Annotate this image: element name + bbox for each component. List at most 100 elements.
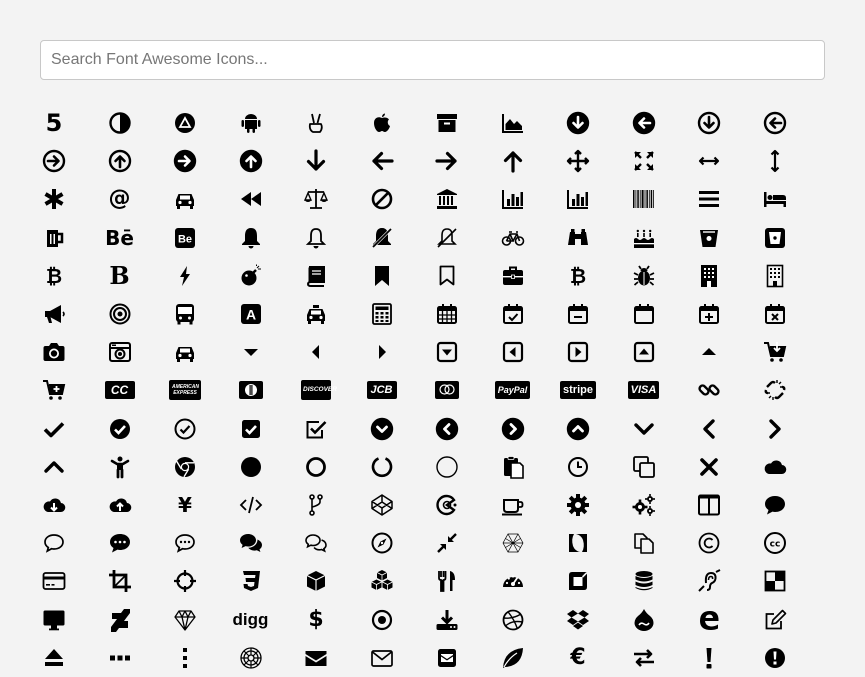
bar-chart-icon[interactable] bbox=[481, 180, 545, 218]
cc-mastercard-icon[interactable] bbox=[415, 371, 479, 409]
caret-left-icon[interactable] bbox=[284, 333, 348, 371]
calendar-check-o-icon[interactable] bbox=[481, 295, 545, 333]
search-input[interactable] bbox=[40, 40, 825, 80]
diamond-icon[interactable] bbox=[153, 601, 217, 639]
check-square-icon[interactable] bbox=[219, 410, 283, 448]
clone-icon[interactable] bbox=[612, 448, 676, 486]
commenting-icon[interactable] bbox=[88, 524, 152, 562]
copyright-icon[interactable] bbox=[677, 524, 741, 562]
calendar-plus-o-icon[interactable] bbox=[677, 295, 741, 333]
cube-icon[interactable] bbox=[284, 562, 348, 600]
drupal-icon[interactable] bbox=[612, 601, 676, 639]
envelope-icon[interactable] bbox=[284, 639, 348, 677]
cc-icon[interactable]: CC bbox=[88, 371, 152, 409]
exchange-icon[interactable] bbox=[612, 639, 676, 677]
check-circle-icon[interactable] bbox=[88, 410, 152, 448]
bitcoin-icon[interactable]: ₿ bbox=[22, 257, 86, 295]
compass-icon[interactable] bbox=[350, 524, 414, 562]
caret-square-o-left-icon[interactable] bbox=[481, 333, 545, 371]
bullseye-icon[interactable] bbox=[88, 295, 152, 333]
birthday-cake-icon[interactable] bbox=[612, 219, 676, 257]
at-icon[interactable]: @ bbox=[88, 180, 152, 218]
copy-icon[interactable] bbox=[612, 524, 676, 562]
cc-discover-icon[interactable]: DISCOVER bbox=[284, 371, 348, 409]
binoculars-icon[interactable] bbox=[546, 219, 610, 257]
circle-thin-icon[interactable] bbox=[415, 448, 479, 486]
codepen-icon[interactable] bbox=[350, 486, 414, 524]
arrow-circle-o-right-icon[interactable] bbox=[22, 142, 86, 180]
chevron-left-icon[interactable] bbox=[677, 410, 741, 448]
cloud-upload-icon[interactable] bbox=[88, 486, 152, 524]
cart-arrow-down-icon[interactable] bbox=[743, 333, 807, 371]
clipboard-icon[interactable] bbox=[481, 448, 545, 486]
buysellads-icon[interactable]: A bbox=[219, 295, 283, 333]
creative-commons-icon[interactable]: cc bbox=[743, 524, 807, 562]
cart-plus-icon[interactable] bbox=[22, 371, 86, 409]
comment-icon[interactable] bbox=[743, 486, 807, 524]
android-icon[interactable] bbox=[219, 104, 283, 142]
envira-icon[interactable] bbox=[481, 639, 545, 677]
500px-icon[interactable]: 5 bbox=[22, 104, 86, 142]
caret-square-o-right-icon[interactable] bbox=[546, 333, 610, 371]
bold-icon[interactable]: B bbox=[88, 257, 152, 295]
exclamation-icon[interactable] bbox=[677, 639, 741, 677]
arrow-circle-o-left-icon[interactable] bbox=[743, 104, 807, 142]
bell-icon[interactable] bbox=[219, 219, 283, 257]
bell-slash-icon[interactable] bbox=[350, 219, 414, 257]
arrow-down-icon[interactable] bbox=[284, 142, 348, 180]
cutlery-icon[interactable] bbox=[415, 562, 479, 600]
deviantart-icon[interactable] bbox=[88, 601, 152, 639]
cog-icon[interactable] bbox=[546, 486, 610, 524]
dashcube-icon[interactable] bbox=[546, 562, 610, 600]
arrows-h-icon[interactable] bbox=[677, 142, 741, 180]
arrow-circle-o-down-icon[interactable] bbox=[677, 104, 741, 142]
archive-icon[interactable] bbox=[415, 104, 479, 142]
chevron-up-icon[interactable] bbox=[22, 448, 86, 486]
envelope-square-icon[interactable] bbox=[415, 639, 479, 677]
codiepie-icon[interactable] bbox=[415, 486, 479, 524]
dollar-icon[interactable]: $ bbox=[284, 601, 348, 639]
cc-amex-icon[interactable]: AMERICAN EXPRESS bbox=[153, 371, 217, 409]
ban-icon[interactable] bbox=[350, 180, 414, 218]
arrows-alt-icon[interactable] bbox=[612, 142, 676, 180]
cc-jcb-icon[interactable]: JCB bbox=[350, 371, 414, 409]
calendar-times-o-icon[interactable] bbox=[743, 295, 807, 333]
briefcase-icon[interactable] bbox=[481, 257, 545, 295]
comments-o-icon[interactable] bbox=[284, 524, 348, 562]
bicycle-icon[interactable] bbox=[481, 219, 545, 257]
css3-icon[interactable] bbox=[219, 562, 283, 600]
check-icon[interactable] bbox=[22, 410, 86, 448]
calendar-o-icon[interactable] bbox=[612, 295, 676, 333]
cc-stripe-icon[interactable]: stripe bbox=[546, 371, 610, 409]
crop-icon[interactable] bbox=[88, 562, 152, 600]
dribbble-icon[interactable] bbox=[481, 601, 545, 639]
area-chart-icon[interactable] bbox=[481, 104, 545, 142]
clock-o-icon[interactable] bbox=[546, 448, 610, 486]
bars-icon[interactable] bbox=[677, 180, 741, 218]
asterisk-icon[interactable] bbox=[22, 180, 86, 218]
bitbucket-square-icon[interactable] bbox=[743, 219, 807, 257]
chevron-circle-right-icon[interactable] bbox=[481, 410, 545, 448]
chevron-circle-down-icon[interactable] bbox=[350, 410, 414, 448]
bullhorn-icon[interactable] bbox=[22, 295, 86, 333]
chevron-circle-left-icon[interactable] bbox=[415, 410, 479, 448]
cc-diners-club-icon[interactable] bbox=[219, 371, 283, 409]
behance-square-icon[interactable]: Be bbox=[153, 219, 217, 257]
close-icon[interactable] bbox=[677, 448, 741, 486]
connectdevelop-icon[interactable] bbox=[481, 524, 545, 562]
dot-circle-o-icon[interactable] bbox=[350, 601, 414, 639]
columns-icon[interactable] bbox=[677, 486, 741, 524]
arrows-v-icon[interactable] bbox=[743, 142, 807, 180]
download-icon[interactable] bbox=[415, 601, 479, 639]
calculator-icon[interactable] bbox=[350, 295, 414, 333]
caret-right-icon[interactable] bbox=[350, 333, 414, 371]
cab-icon[interactable] bbox=[284, 295, 348, 333]
crosshairs-icon[interactable] bbox=[153, 562, 217, 600]
bank-icon[interactable] bbox=[415, 180, 479, 218]
caret-up-icon[interactable] bbox=[677, 333, 741, 371]
balance-scale-icon[interactable] bbox=[284, 180, 348, 218]
bed-icon[interactable] bbox=[743, 180, 807, 218]
barcode-icon[interactable] bbox=[612, 180, 676, 218]
credit-card-icon[interactable] bbox=[22, 562, 86, 600]
edit-icon[interactable] bbox=[743, 601, 807, 639]
